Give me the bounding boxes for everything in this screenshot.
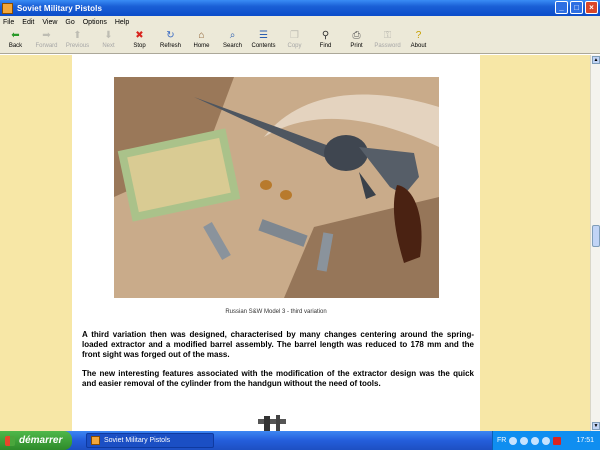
toolbar-button-label: Search xyxy=(222,43,242,49)
toolbar-stop-button[interactable]: ✖ Stop xyxy=(124,28,155,54)
toolbar-button-label: Previous xyxy=(65,43,90,49)
start-label: démarrer xyxy=(19,435,63,446)
toolbar-refresh-button[interactable]: ↻ Refresh xyxy=(155,28,186,54)
paragraph-1: A third variation then was designed, cha… xyxy=(82,330,474,359)
toolbar-button-label: Find xyxy=(319,43,332,49)
toolbar-print-button[interactable]: ⎙ Print xyxy=(341,28,372,54)
up-arrow-icon: ⬆ xyxy=(73,30,82,41)
window-controls: _ □ × xyxy=(555,1,598,14)
print-icon: ⎙ xyxy=(352,30,361,41)
tray-icon-4[interactable] xyxy=(542,436,551,445)
window-title: Soviet Military Pistols xyxy=(17,3,102,13)
contents-icon: ☰ xyxy=(259,30,268,41)
title-bar[interactable]: Soviet Military Pistols _ □ × xyxy=(0,0,600,16)
toolbar-button-label: Print xyxy=(350,43,363,49)
down-arrow-icon: ⬇ xyxy=(104,30,113,41)
toolbar-button-label: About xyxy=(410,43,427,49)
photo-caption: Russian S&W Model 3 - third variation xyxy=(225,309,327,315)
menu-edit[interactable]: Edit xyxy=(22,19,34,26)
windows-logo-icon xyxy=(5,435,15,446)
toolbar-next-button[interactable]: ⬇ Next xyxy=(93,28,124,54)
tray-icon-2[interactable] xyxy=(520,436,529,445)
toolbar-find-button[interactable]: ⚲ Find xyxy=(310,28,341,54)
app-icon xyxy=(91,436,100,445)
back-arrow-icon: ⬅ xyxy=(11,30,20,41)
toolbar-button-label: Next xyxy=(102,43,115,49)
toolbar-button-label: Home xyxy=(193,43,210,49)
toolbar-search-button[interactable]: ⌕ Search xyxy=(217,28,248,54)
system-tray: FR 17:51 xyxy=(492,431,600,450)
app-icon xyxy=(2,2,13,14)
menu-options[interactable]: Options xyxy=(83,19,107,26)
taskbar-item-soviet-pistols[interactable]: Soviet Military Pistols xyxy=(86,433,214,448)
page-background: Russian S&W Model 3 - third variation A … xyxy=(0,55,590,431)
taskbar-item-label: Soviet Military Pistols xyxy=(104,437,171,444)
toolbar-home-button[interactable]: ⌂ Home xyxy=(186,28,217,54)
scroll-down-arrow-icon[interactable]: ▼ xyxy=(592,422,600,430)
password-icon: ⚿ xyxy=(383,30,392,41)
toolbar-button-label: Password xyxy=(374,43,401,49)
toolbar-about-button[interactable]: ? About xyxy=(403,28,434,54)
maximize-button[interactable]: □ xyxy=(570,1,583,14)
toolbar-copy-button[interactable]: ❐ Copy xyxy=(279,28,310,54)
toolbar-password-button[interactable]: ⚿ Password xyxy=(372,28,403,54)
scroll-thumb[interactable] xyxy=(592,225,600,247)
about-icon: ? xyxy=(415,30,422,41)
start-button[interactable]: démarrer xyxy=(0,431,72,450)
toolbar-back-button[interactable]: ⬅ Back xyxy=(0,28,31,54)
clock: 17:51 xyxy=(576,437,594,444)
vertical-scrollbar[interactable]: ▲ ▼ xyxy=(590,55,600,431)
toolbar-contents-button[interactable]: ☰ Contents xyxy=(248,28,279,54)
home-icon: ⌂ xyxy=(198,30,205,41)
close-button[interactable]: × xyxy=(585,1,598,14)
toolbar-forward-button[interactable]: ➡ Forward xyxy=(31,28,62,54)
menu-view[interactable]: View xyxy=(42,19,57,26)
toolbar-button-label: Copy xyxy=(287,43,302,49)
taskbar: démarrer Soviet Military Pistols FR 17:5… xyxy=(0,431,600,450)
revolver-photo xyxy=(114,77,439,298)
toolbar-button-label: Contents xyxy=(251,43,276,49)
menu-go[interactable]: Go xyxy=(65,19,74,26)
content-panel: Russian S&W Model 3 - third variation A … xyxy=(72,55,480,431)
stop-icon: ✖ xyxy=(135,30,144,41)
mail-icon[interactable] xyxy=(553,436,562,445)
tray-icon-3[interactable] xyxy=(531,436,540,445)
toolbar-button-label: Forward xyxy=(35,43,58,49)
forward-arrow-icon: ➡ xyxy=(42,30,51,41)
paragraph-2: The new interesting features associated … xyxy=(82,369,474,388)
toolbar-button-label: Back xyxy=(8,43,23,49)
language-indicator[interactable]: FR xyxy=(497,437,506,444)
minimize-button[interactable]: _ xyxy=(555,1,568,14)
scroll-up-arrow-icon[interactable]: ▲ xyxy=(592,56,600,64)
pistol-image-partial xyxy=(258,415,286,431)
toolbar-previous-button[interactable]: ⬆ Previous xyxy=(62,28,93,54)
menu-help[interactable]: Help xyxy=(115,19,129,26)
copy-icon: ❐ xyxy=(290,30,299,41)
toolbar: ⬅ Back ➡ Forward ⬆ Previous ⬇ Next ✖ Stop ↻ Refresh… xyxy=(0,28,600,54)
toolbar-button-label: Refresh xyxy=(159,43,181,49)
tray-icon-1[interactable] xyxy=(509,436,518,445)
menu-bar: File Edit View Go Options Help xyxy=(0,16,600,28)
binoculars-icon: ⚲ xyxy=(321,30,330,41)
search-icon: ⌕ xyxy=(229,30,236,41)
toolbar-button-label: Stop xyxy=(133,43,146,49)
menu-file[interactable]: File xyxy=(3,19,14,26)
refresh-icon: ↻ xyxy=(166,30,175,41)
